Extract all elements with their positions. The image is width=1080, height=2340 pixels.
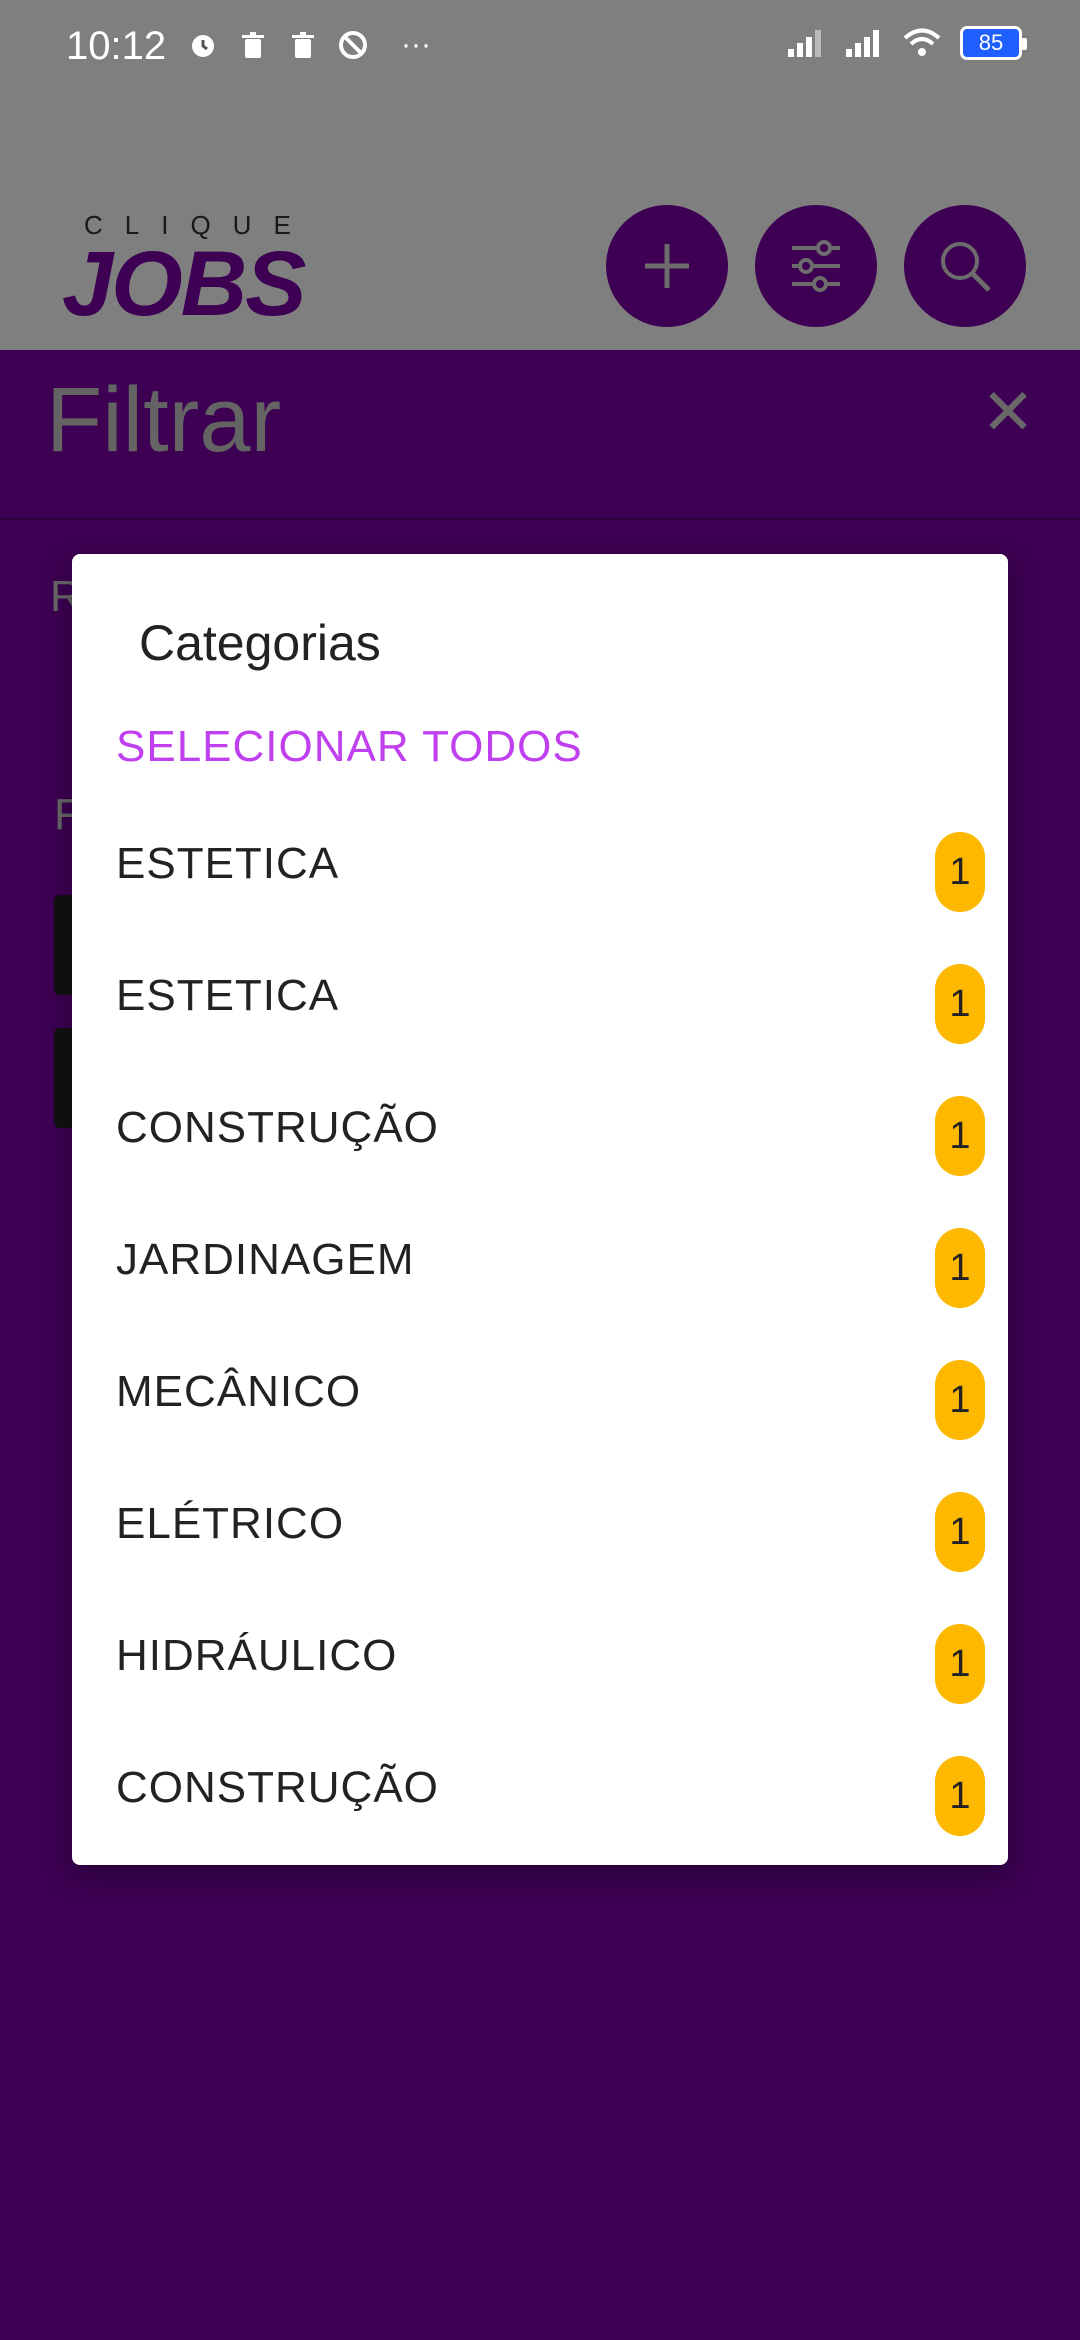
list-item[interactable]: HIDRÁULICO 1 (72, 1591, 1008, 1723)
trash-icon (236, 28, 270, 62)
signal-icon (788, 30, 821, 57)
count-badge: 1 (935, 1492, 985, 1572)
category-label: ESTETICA (116, 839, 340, 888)
dialog-title: Categorias (139, 615, 381, 671)
count-badge: 1 (935, 1228, 985, 1308)
count-badge: 1 (935, 832, 985, 912)
alarm-icon (186, 28, 220, 62)
more-icon: ··· (401, 28, 431, 61)
battery-icon: 85 (960, 26, 1027, 60)
list-item[interactable]: ELÉTRICO 1 (72, 1459, 1008, 1591)
count-badge: 1 (935, 1096, 985, 1176)
list-item[interactable]: MECÂNICO 1 (72, 1327, 1008, 1459)
list-item[interactable]: JARDINAGEM 1 (72, 1195, 1008, 1327)
category-label: CONSTRUÇÃO (116, 1763, 439, 1812)
blocked-icon (336, 28, 370, 62)
category-label: HIDRÁULICO (116, 1631, 398, 1680)
count-badge: 1 (935, 1756, 985, 1836)
category-label: MECÂNICO (116, 1367, 362, 1416)
list-item[interactable]: ESTETICA 1 (72, 799, 1008, 931)
list-item[interactable]: CONSTRUÇÃO 1 (72, 1063, 1008, 1195)
signal-icon (846, 30, 879, 57)
category-label: ELÉTRICO (116, 1499, 345, 1548)
status-notification-icons: ··· (186, 28, 446, 62)
categories-dialog: Categorias SELECIONAR TODOS ESTETICA 1 E… (72, 554, 1008, 1865)
category-label: CONSTRUÇÃO (116, 1103, 439, 1152)
trash-icon (286, 28, 320, 62)
status-time: 10:12 (66, 24, 167, 68)
wifi-icon (903, 28, 941, 56)
status-system-icons: 85 (786, 26, 1027, 60)
select-all-button[interactable]: SELECIONAR TODOS (116, 722, 583, 772)
count-badge: 1 (935, 1624, 985, 1704)
list-item[interactable]: ESTETICA 1 (72, 931, 1008, 1063)
list-item[interactable]: CONSTRUÇÃO 1 (72, 1723, 1008, 1855)
category-label: ESTETICA (116, 971, 340, 1020)
count-badge: 1 (935, 1360, 985, 1440)
count-badge: 1 (935, 964, 985, 1044)
category-label: JARDINAGEM (116, 1235, 415, 1284)
